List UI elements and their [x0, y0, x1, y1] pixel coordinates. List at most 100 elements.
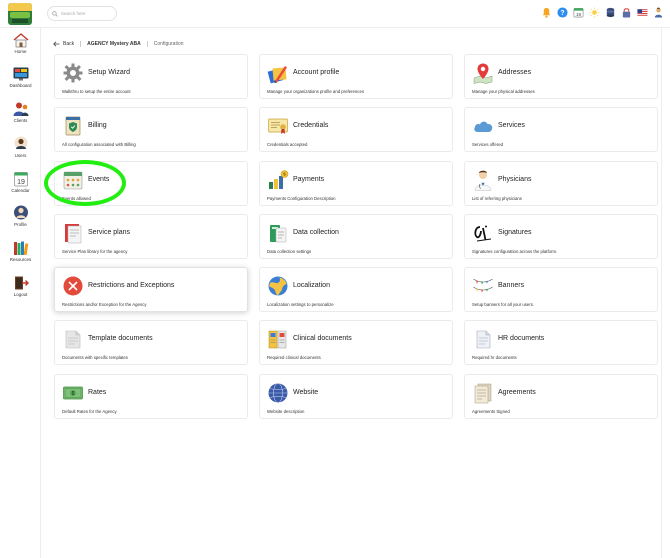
card-description: Events allowed: [62, 196, 91, 201]
card-description: Credentials accepted: [267, 142, 308, 147]
card-payments[interactable]: $ Payments Payments Configuration Descri…: [259, 161, 453, 206]
back-button[interactable]: Back: [53, 41, 74, 47]
payments-icon: $: [269, 170, 289, 189]
card-account-profile[interactable]: Account profile Manage your organization…: [259, 54, 453, 99]
certificate-icon: [268, 118, 288, 134]
dashboard-icon: [13, 67, 28, 81]
card-title: Credentials: [293, 122, 329, 129]
sidebar-item-profile[interactable]: Profile: [0, 205, 41, 235]
card-title: Setup Wizard: [88, 69, 131, 76]
help-icon[interactable]: ?: [557, 7, 568, 18]
card-clinical-documents[interactable]: Clinical documents Required clinical doc…: [259, 320, 453, 365]
banner-icon: [473, 278, 493, 293]
card-restrictions-and-exceptions[interactable]: Restrictions and Exceptions Restrictions…: [54, 267, 248, 312]
sidebar-item-label: Dashboard: [9, 83, 32, 88]
sidebar-item-resources[interactable]: Resources: [0, 240, 41, 270]
card-title: Service plans: [88, 229, 131, 236]
notification-bell-icon[interactable]: [541, 7, 552, 18]
card-credentials[interactable]: Credentials Credentials accepted: [259, 107, 453, 152]
physician-icon: [474, 170, 492, 191]
database-icon[interactable]: [605, 7, 616, 18]
breadcrumb-separator: [80, 41, 82, 47]
card-title: Clinical documents: [293, 335, 352, 342]
card-description: Setup banners for all your users.: [472, 302, 535, 307]
card-title: Events: [88, 176, 110, 183]
card-title: Data collection: [293, 229, 339, 236]
breadcrumb: Back AGENCY Mystery ABA Configuration: [53, 40, 184, 48]
card-localization[interactable]: Localization Localization settings to pe…: [259, 267, 453, 312]
sidebar-item-logout[interactable]: Logout: [0, 275, 41, 305]
us-flag-icon[interactable]: [637, 7, 648, 18]
card-title: Agreements: [498, 389, 536, 396]
card-description: Default Rates for the Agency: [62, 409, 117, 414]
sidebar-item-calendar[interactable]: 19 Calendar: [0, 171, 41, 201]
card-title: HR documents: [498, 335, 545, 342]
card-description: Required hr documents: [472, 355, 517, 360]
template-icon: [65, 330, 81, 349]
lock-icon[interactable]: [621, 7, 632, 18]
card-title: Website: [293, 389, 319, 396]
arrow-left-icon: [53, 41, 60, 47]
card-title: Physicians: [498, 176, 532, 183]
card-billing[interactable]: Billing All configuration associated wit…: [54, 107, 248, 152]
sidebar-item-label: Calendar: [11, 188, 30, 193]
card-title: Restrictions and Exceptions: [88, 282, 175, 289]
svg-text:?: ?: [560, 10, 564, 17]
agreements-icon: [474, 383, 492, 404]
card-services[interactable]: Services Services offered: [464, 107, 658, 152]
card-description: Restrictions and/or Exception for the Ag…: [62, 302, 147, 307]
website-globe-icon: [268, 383, 288, 403]
card-data-collection[interactable]: Data collection Data collection settings: [259, 214, 453, 259]
card-signatures[interactable]: Signatures Signatures configuration acro…: [464, 214, 658, 259]
card-addresses[interactable]: Addresses Manage your physical addresses: [464, 54, 658, 99]
card-banners[interactable]: Banners Setup banners for all your users…: [464, 267, 658, 312]
card-template-documents[interactable]: Template documents Documents with specif…: [54, 320, 248, 365]
card-physicians[interactable]: Physicians List of referring physicians: [464, 161, 658, 206]
resources-icon: [13, 241, 28, 256]
card-events[interactable]: Events Events allowed: [54, 161, 248, 206]
card-title: Banners: [498, 282, 525, 289]
card-website[interactable]: Website Website description: [259, 374, 453, 419]
card-title: Signatures: [498, 229, 532, 236]
sun-icon[interactable]: [589, 7, 600, 18]
svg-text:19: 19: [576, 12, 582, 17]
calendar-top-icon[interactable]: 19: [573, 7, 584, 18]
card-description: Walkthru to setup the entire account: [62, 89, 131, 94]
svg-text:$: $: [72, 391, 75, 397]
card-rates[interactable]: $ Rates Default Rates for the Agency: [54, 374, 248, 419]
sidebar-item-label: Users: [14, 153, 27, 158]
cloud-icon: [474, 121, 493, 132]
sidebar-item-label: Home: [14, 49, 27, 54]
card-description: Service Plan library for the agency: [62, 249, 128, 254]
sidebar-item-users[interactable]: Users: [0, 136, 41, 166]
events-calendar-icon: [63, 171, 83, 190]
sidebar-item-home[interactable]: Home: [0, 32, 41, 62]
clients-icon: [13, 102, 28, 116]
card-service-plans[interactable]: Service plans Service Plan library for t…: [54, 214, 248, 259]
sidebar-item-dashboard[interactable]: Dashboard: [0, 66, 41, 96]
back-label: Back: [63, 41, 75, 47]
search-placeholder: Search here: [61, 11, 86, 16]
search-input[interactable]: Search here: [47, 6, 117, 21]
card-title: Account profile: [293, 69, 340, 76]
app-logo[interactable]: [8, 3, 32, 25]
card-title: Billing: [88, 122, 107, 129]
sidebar-item-clients[interactable]: Clients: [0, 101, 41, 131]
card-title: Rates: [88, 389, 107, 396]
user-avatar-icon[interactable]: [653, 7, 664, 18]
logout-icon: [14, 276, 29, 290]
card-hr-documents[interactable]: HR documents Required hr documents: [464, 320, 658, 365]
breadcrumb-agency[interactable]: AGENCY Mystery ABA: [87, 41, 141, 47]
service-plan-icon: [65, 224, 82, 244]
clinical-docs-icon: [268, 330, 287, 349]
sidebar-item-label: Resources: [9, 257, 32, 262]
card-agreements[interactable]: Agreements Agreements Signed: [464, 374, 658, 419]
breadcrumb-current: Configuration: [153, 41, 184, 47]
card-setup-wizard[interactable]: Setup Wizard Walkthru to setup the entir…: [54, 54, 248, 99]
profile-icon: [13, 205, 28, 220]
users-icon: [14, 136, 27, 150]
data-collection-icon: [270, 225, 287, 243]
card-description: List of referring physicians: [472, 196, 522, 201]
calendar-icon: 19: [13, 172, 28, 187]
card-title: Services: [498, 122, 525, 129]
